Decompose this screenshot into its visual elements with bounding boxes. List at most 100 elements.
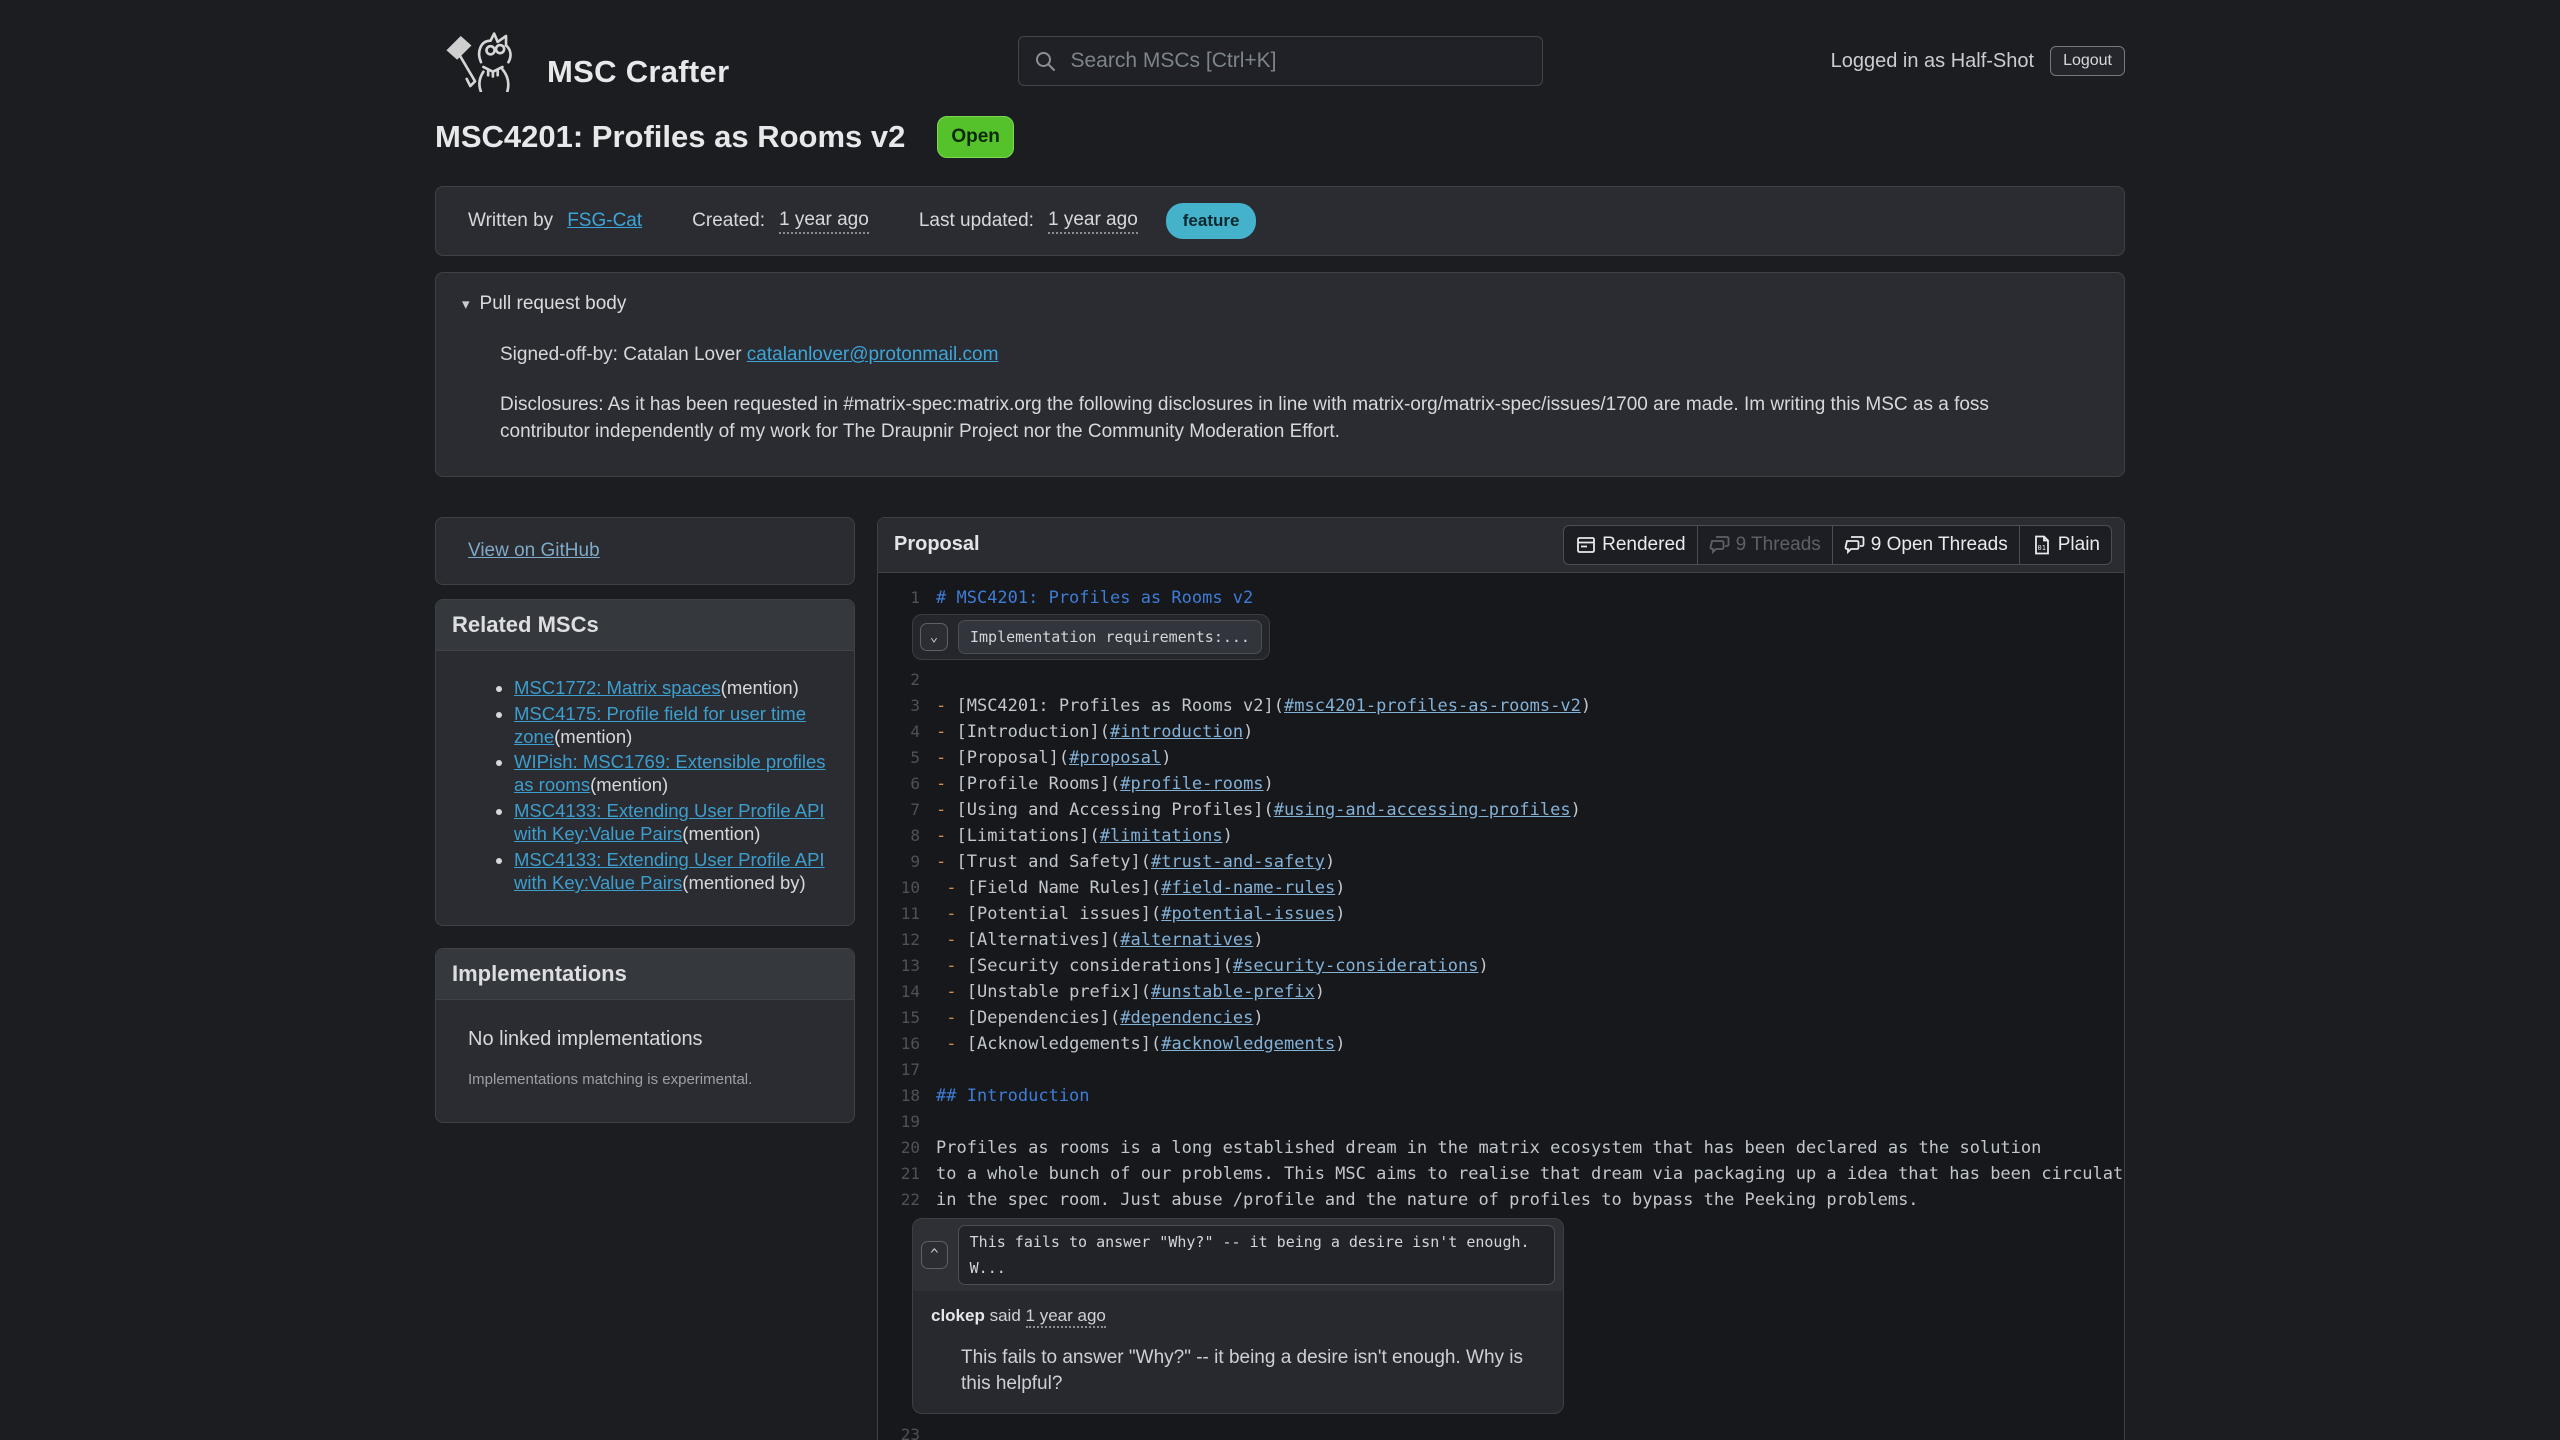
search-box[interactable] — [1018, 36, 1543, 86]
github-card: View on GitHub — [435, 517, 855, 585]
plain-view-icon: 01 — [2031, 534, 2053, 556]
related-msc-relation: (mention) — [590, 774, 668, 795]
line-number: 3 — [888, 693, 920, 719]
comment-time: 1 year ago — [1026, 1306, 1106, 1328]
tab-open-threads[interactable]: 9 Open Threads — [1832, 525, 2020, 565]
thread-quote[interactable]: This fails to answer "Why?" -- it being … — [958, 1225, 1555, 1285]
anchor-link[interactable]: #field-name-rules — [1161, 878, 1335, 898]
line-number: 1 — [888, 585, 920, 611]
code-line: 6- [Profile Rooms](#profile-rooms) — [888, 771, 2124, 797]
line-number: 22 — [888, 1187, 920, 1213]
author-link[interactable]: FSG-Cat — [567, 210, 642, 232]
meta-bar: Written by FSG-Cat Created: 1 year ago L… — [435, 186, 2125, 256]
goblin-hammer-logo-icon — [435, 30, 527, 92]
related-msc-item: MSC4133: Extending User Profile API with… — [514, 800, 834, 846]
signed-off-line: Signed-off-by: Catalan Lover catalanlove… — [500, 341, 2098, 369]
code-line: 14 - [Unstable prefix](#unstable-prefix) — [888, 979, 2124, 1005]
code-line: 9- [Trust and Safety](#trust-and-safety) — [888, 849, 2124, 875]
code-line: 17 — [888, 1057, 2124, 1083]
signed-off-email-link[interactable]: catalanlover@protonmail.com — [747, 344, 999, 365]
implementations-card: Implementations No linked implementation… — [435, 948, 855, 1123]
created-label: Created: — [692, 210, 765, 232]
rendered-view-icon — [1575, 534, 1597, 556]
code-line: 21to a whole bunch of our problems. This… — [888, 1161, 2124, 1187]
code-line: 1# MSC4201: Profiles as Rooms v2 — [888, 585, 2124, 611]
line-number: 21 — [888, 1161, 920, 1187]
line-number: 7 — [888, 797, 920, 823]
chevron-up-icon[interactable]: ^ — [921, 1241, 948, 1269]
search-input[interactable] — [1069, 48, 1528, 74]
label-badge: feature — [1166, 203, 1257, 239]
implementations-title: Implementations — [436, 949, 854, 1000]
anchor-link[interactable]: #using-and-accessing-profiles — [1274, 800, 1571, 820]
line-number: 11 — [888, 901, 920, 927]
code-line: 22in the spec room. Just abuse /profile … — [888, 1187, 2124, 1213]
line-number: 16 — [888, 1031, 920, 1057]
comment-thread-body: clokep said 1 year ago This fails to ans… — [913, 1291, 1563, 1413]
tab-rendered[interactable]: Rendered — [1563, 525, 1697, 565]
anchor-link[interactable]: #dependencies — [1120, 1008, 1253, 1028]
sidebar: View on GitHub Related MSCs MSC1772: Mat… — [435, 517, 855, 1123]
code-line: 20Profiles as rooms is a long establishe… — [888, 1135, 2124, 1161]
logout-button[interactable]: Logout — [2050, 46, 2125, 76]
code-line: 18## Introduction — [888, 1083, 2124, 1109]
search-icon — [1033, 49, 1057, 73]
code-line: 16 - [Acknowledgements](#acknowledgement… — [888, 1031, 2124, 1057]
created-time: 1 year ago — [779, 209, 869, 234]
related-msc-link[interactable]: WIPish: MSC1769: Extensible profiles as … — [514, 751, 826, 795]
line-number: 2 — [888, 667, 920, 693]
view-on-github-link[interactable]: View on GitHub — [468, 540, 600, 561]
search-area — [935, 36, 1625, 86]
anchor-link[interactable]: #potential-issues — [1161, 904, 1335, 924]
tab-plain[interactable]: 01 Plain — [2019, 525, 2112, 565]
line-number: 19 — [888, 1109, 920, 1135]
disclosures-text: Disclosures: As it has been requested in… — [500, 391, 2055, 446]
updated-label: Last updated: — [919, 210, 1034, 232]
anchor-link[interactable]: #alternatives — [1120, 930, 1253, 950]
collapsed-thread-label[interactable]: Implementation requirements:... — [958, 620, 1262, 654]
line-number: 23 — [888, 1422, 920, 1440]
threads-icon — [1709, 534, 1731, 556]
comment-text: This fails to answer "Why?" -- it being … — [931, 1345, 1545, 1397]
proposal-header: Proposal Rendered — [878, 518, 2124, 573]
comment-thread: ^ This fails to answer "Why?" -- it bein… — [912, 1218, 1564, 1414]
line-number: 5 — [888, 745, 920, 771]
related-msc-relation: (mention) — [721, 677, 799, 698]
anchor-link[interactable]: #msc4201-profiles-as-rooms-v2 — [1284, 696, 1581, 716]
written-by-label: Written by — [468, 210, 553, 232]
related-mscs-list: MSC1772: Matrix spaces(mention)MSC4175: … — [436, 677, 854, 895]
tab-threads[interactable]: 9 Threads — [1697, 525, 1833, 565]
related-msc-link[interactable]: MSC1772: Matrix spaces — [514, 677, 721, 698]
chevron-down-icon[interactable]: ⌄ — [920, 623, 948, 651]
proposal-panel: Proposal Rendered — [877, 517, 2125, 1440]
related-msc-item: MSC4175: Profile field for user time zon… — [514, 703, 834, 749]
line-number: 9 — [888, 849, 920, 875]
open-threads-icon — [1844, 534, 1866, 556]
related-msc-link[interactable]: MSC4133: Extending User Profile API with… — [514, 800, 825, 844]
status-badge: Open — [937, 116, 1014, 158]
anchor-link[interactable]: #proposal — [1069, 748, 1161, 768]
anchor-link[interactable]: #introduction — [1110, 722, 1243, 742]
proposal-title: Proposal — [894, 533, 980, 556]
anchor-link[interactable]: #trust-and-safety — [1151, 852, 1325, 872]
pull-request-body-toggle[interactable]: ▾ Pull request body — [462, 293, 2098, 315]
line-number: 15 — [888, 1005, 920, 1031]
app-title: MSC Crafter — [547, 54, 729, 92]
anchor-link[interactable]: #acknowledgements — [1161, 1034, 1335, 1054]
related-msc-relation: (mentioned by) — [682, 872, 805, 893]
line-number: 17 — [888, 1057, 920, 1083]
view-tabs: Rendered 9 Threads 9 — [1563, 525, 2112, 565]
pull-request-body-summary-label: Pull request body — [480, 293, 627, 315]
anchor-link[interactable]: #profile-rooms — [1120, 774, 1263, 794]
related-msc-relation: (mention) — [554, 726, 632, 747]
implementations-note: Implementations matching is experimental… — [468, 1071, 822, 1088]
anchor-link[interactable]: #security-considerations — [1233, 956, 1479, 976]
proposal-source: 1# MSC4201: Profiles as Rooms v2 ⌄ Imple… — [878, 573, 2124, 1440]
code-line: 11 - [Potential issues](#potential-issue… — [888, 901, 2124, 927]
code-line: 8- [Limitations](#limitations) — [888, 823, 2124, 849]
anchor-link[interactable]: #unstable-prefix — [1151, 982, 1315, 1002]
anchor-link[interactable]: #limitations — [1100, 826, 1223, 846]
related-msc-item: MSC1772: Matrix spaces(mention) — [514, 677, 834, 700]
related-mscs-title: Related MSCs — [436, 600, 854, 651]
code-line: 4- [Introduction](#introduction) — [888, 719, 2124, 745]
